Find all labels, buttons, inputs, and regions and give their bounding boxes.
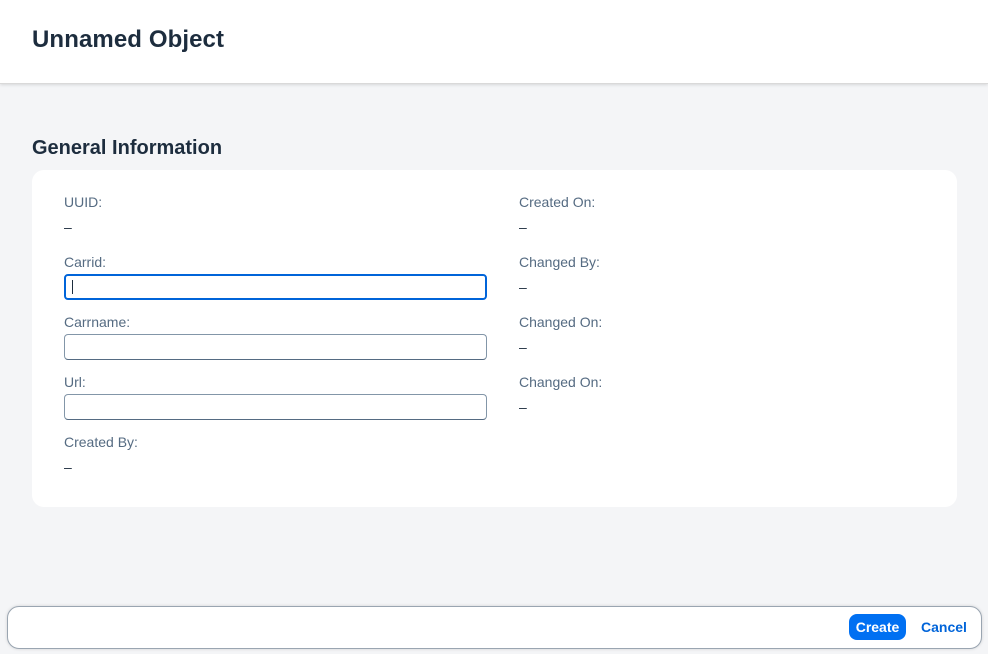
carrname-input[interactable] <box>64 334 487 360</box>
footer-toolbar <box>7 606 982 649</box>
object-page-header: Unnamed Object <box>0 0 988 84</box>
create-button[interactable]: Create <box>849 614 906 640</box>
created-by-value: – <box>64 459 72 475</box>
carrid-input[interactable] <box>64 274 487 300</box>
section-title-general-information: General Information <box>32 137 223 159</box>
changed-on-label: Changed On: <box>519 314 603 330</box>
changed-on-value-2: – <box>519 399 527 415</box>
page-title: Unnamed Object <box>32 26 225 53</box>
text-cursor <box>72 280 73 294</box>
created-on-value: – <box>519 219 527 235</box>
general-information-card: UUID: – Carrid: Carrname: Url: Created B… <box>32 170 957 507</box>
url-label: Url: <box>64 374 86 390</box>
carrname-label: Carrname: <box>64 314 131 330</box>
changed-on-label-2: Changed On: <box>519 374 603 390</box>
changed-by-label: Changed By: <box>519 254 600 270</box>
uuid-value: – <box>64 219 72 235</box>
changed-on-value: – <box>519 339 527 355</box>
created-by-label: Created By: <box>64 434 138 450</box>
created-on-label: Created On: <box>519 194 596 210</box>
cancel-button[interactable]: Cancel <box>914 614 974 640</box>
carrid-label: Carrid: <box>64 254 107 270</box>
url-input[interactable] <box>64 394 487 420</box>
uuid-label: UUID: <box>64 194 103 210</box>
changed-by-value: – <box>519 279 527 295</box>
